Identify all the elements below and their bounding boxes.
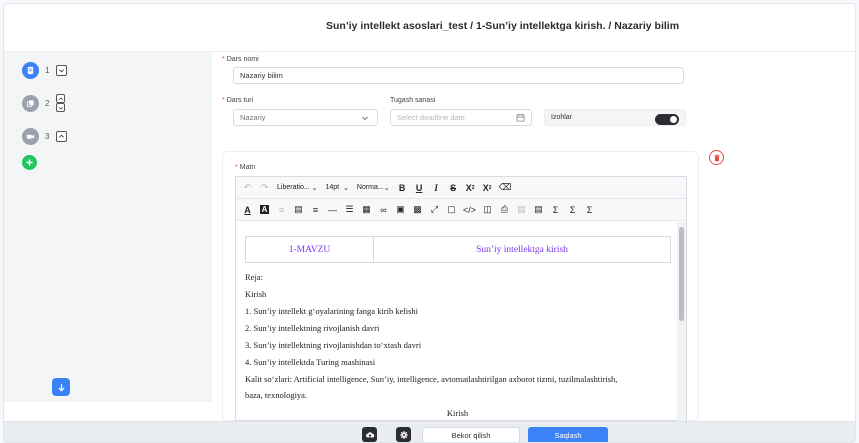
- editor-toolbar-row-1: ↶ ↷ Liberatio... ⌄ 14pt ⌄ Norma... ⌄ B U …: [236, 177, 686, 199]
- fullscreen-icon[interactable]: ⤢: [427, 202, 442, 218]
- undo-icon[interactable]: ↶: [240, 180, 255, 196]
- comments-toggle[interactable]: [655, 114, 679, 125]
- keywords-line: Kalit so‘zlari: Artificial intelligence,…: [245, 374, 618, 384]
- intro-item: Kirish: [245, 289, 267, 299]
- text-label: * Matn: [235, 164, 256, 171]
- align-justify-icon[interactable]: ≡: [308, 202, 323, 218]
- plan-item: 4. Sun’iy intellektda Turing mashinasi: [245, 357, 376, 367]
- underline-icon[interactable]: U: [412, 180, 427, 196]
- lesson-number: 2: [45, 98, 50, 108]
- lesson-item-1[interactable]: 1: [22, 60, 67, 80]
- list-icon[interactable]: ☰: [342, 202, 357, 218]
- template-icon[interactable]: ▤: [531, 202, 546, 218]
- scrollbar-thumb[interactable]: [679, 227, 684, 321]
- copy-icon[interactable]: [22, 94, 39, 112]
- redo-icon[interactable]: ↷: [257, 180, 272, 196]
- video-icon[interactable]: [22, 127, 39, 145]
- deadline-date-input[interactable]: Select deadline date: [390, 109, 532, 126]
- clear-format-icon[interactable]: ⌫: [497, 180, 514, 196]
- topic-table: 1-MAVZU Sun’iy intellektga kirish: [245, 236, 671, 263]
- preview-icon[interactable]: ▢: [444, 202, 459, 218]
- page-break-icon[interactable]: ▤: [514, 202, 529, 218]
- keywords-line: baza, texnologiya.: [245, 390, 308, 400]
- plus-icon: [26, 159, 33, 166]
- topic-title-cell: Sun’iy intellektga kirish: [476, 244, 568, 255]
- breadcrumb-title: Sun’iy intellekt asoslari_test / 1-Sun’i…: [326, 20, 680, 32]
- align-left-icon[interactable]: ≡: [274, 202, 289, 218]
- bold-icon[interactable]: B: [395, 180, 410, 196]
- editor-scrollbar[interactable]: [677, 222, 686, 422]
- arrow-down-icon: [57, 383, 65, 391]
- chevron-up-icon[interactable]: [56, 130, 67, 142]
- lesson-number: 3: [45, 131, 50, 141]
- strikethrough-icon[interactable]: S: [446, 180, 461, 196]
- delete-block-button[interactable]: [709, 150, 724, 165]
- trash-icon: [713, 154, 720, 161]
- font-family-select[interactable]: Liberatio... ⌄: [274, 180, 321, 196]
- editor-content[interactable]: 1-MAVZU Sun’iy intellektga kirish Reja: …: [236, 222, 679, 422]
- sigma-icon[interactable]: Σ: [548, 202, 563, 218]
- topic-number-cell: 1-MAVZU: [246, 237, 374, 262]
- lesson-item-2[interactable]: 2: [22, 93, 65, 113]
- lesson-editor-page: Sun’iy intellekt asoslari_test / 1-Sun’i…: [3, 3, 856, 443]
- code-icon[interactable]: </>: [461, 202, 478, 218]
- chevron-down-icon: [362, 116, 368, 120]
- text-color-icon[interactable]: A: [240, 202, 255, 218]
- rich-text-editor[interactable]: ↶ ↷ Liberatio... ⌄ 14pt ⌄ Norma... ⌄ B U …: [235, 176, 687, 422]
- superscript-icon[interactable]: X2: [480, 180, 495, 196]
- print-icon[interactable]: ⎙: [497, 202, 512, 218]
- plan-item: 3. Sun’iy intellektning rivojlanishdan t…: [245, 340, 422, 350]
- italic-icon[interactable]: I: [429, 180, 444, 196]
- sigma-icon[interactable]: Σ: [582, 202, 597, 218]
- lesson-name-input[interactable]: Nazariy bilim: [233, 67, 684, 84]
- font-size-select[interactable]: 14pt ⌄: [323, 180, 352, 196]
- document-icon[interactable]: [22, 61, 39, 79]
- table-icon[interactable]: ▦: [359, 202, 374, 218]
- highlight-icon[interactable]: A: [257, 202, 272, 218]
- lesson-type-label: * Dars turi: [222, 97, 254, 104]
- plan-item: 2. Sun’iy intellektning rivojlanish davr…: [245, 323, 380, 333]
- subscript-icon[interactable]: X2: [463, 180, 478, 196]
- reorder-controls: [56, 94, 65, 112]
- plan-item: 1. Sun’iy intellekt g‘oyalarining fanga …: [245, 306, 419, 316]
- section-heading: Kirish: [446, 408, 469, 418]
- chevron-up-icon[interactable]: [56, 94, 65, 103]
- editor-toolbar-row-2: A A ≡ ▤ ≡ — ☰ ▦ ∞ ▣ ▩ ⤢ ▢ </> ◫ ⎙ ▤ ▤ Σ …: [236, 199, 686, 221]
- plan-heading: Reja:: [245, 272, 263, 282]
- lesson-type-select[interactable]: Nazariy: [233, 109, 378, 126]
- chevron-down-icon[interactable]: [56, 103, 65, 112]
- calendar-icon: [516, 113, 525, 122]
- image-icon[interactable]: ▣: [393, 202, 408, 218]
- link-icon[interactable]: ∞: [376, 202, 391, 218]
- align-center-icon[interactable]: ▤: [291, 202, 306, 218]
- upload-cloud-icon[interactable]: [362, 427, 377, 442]
- page-header: Sun’iy intellekt asoslari_test / 1-Sun’i…: [4, 4, 855, 52]
- action-footer: Bekor qilish Saqlash: [4, 421, 855, 442]
- scroll-down-button[interactable]: [52, 378, 70, 396]
- save-button[interactable]: Saqlash: [528, 427, 608, 442]
- lesson-item-3[interactable]: 3: [22, 126, 67, 146]
- chevron-down-icon[interactable]: [56, 64, 67, 76]
- lesson-number: 1: [45, 65, 50, 75]
- sigma-icon[interactable]: Σ: [565, 202, 580, 218]
- copy-format-icon[interactable]: ◫: [480, 202, 495, 218]
- media-icon[interactable]: ▩: [410, 202, 425, 218]
- horizontal-line-icon[interactable]: —: [325, 202, 340, 218]
- settings-gear-icon[interactable]: [396, 427, 411, 442]
- block-format-select[interactable]: Norma... ⌄: [354, 180, 393, 196]
- lesson-name-label: * Dars nomi: [222, 56, 259, 63]
- cancel-button[interactable]: Bekor qilish: [422, 427, 520, 442]
- deadline-label: Tugash sanasi: [390, 97, 436, 104]
- add-lesson-button[interactable]: [22, 155, 37, 170]
